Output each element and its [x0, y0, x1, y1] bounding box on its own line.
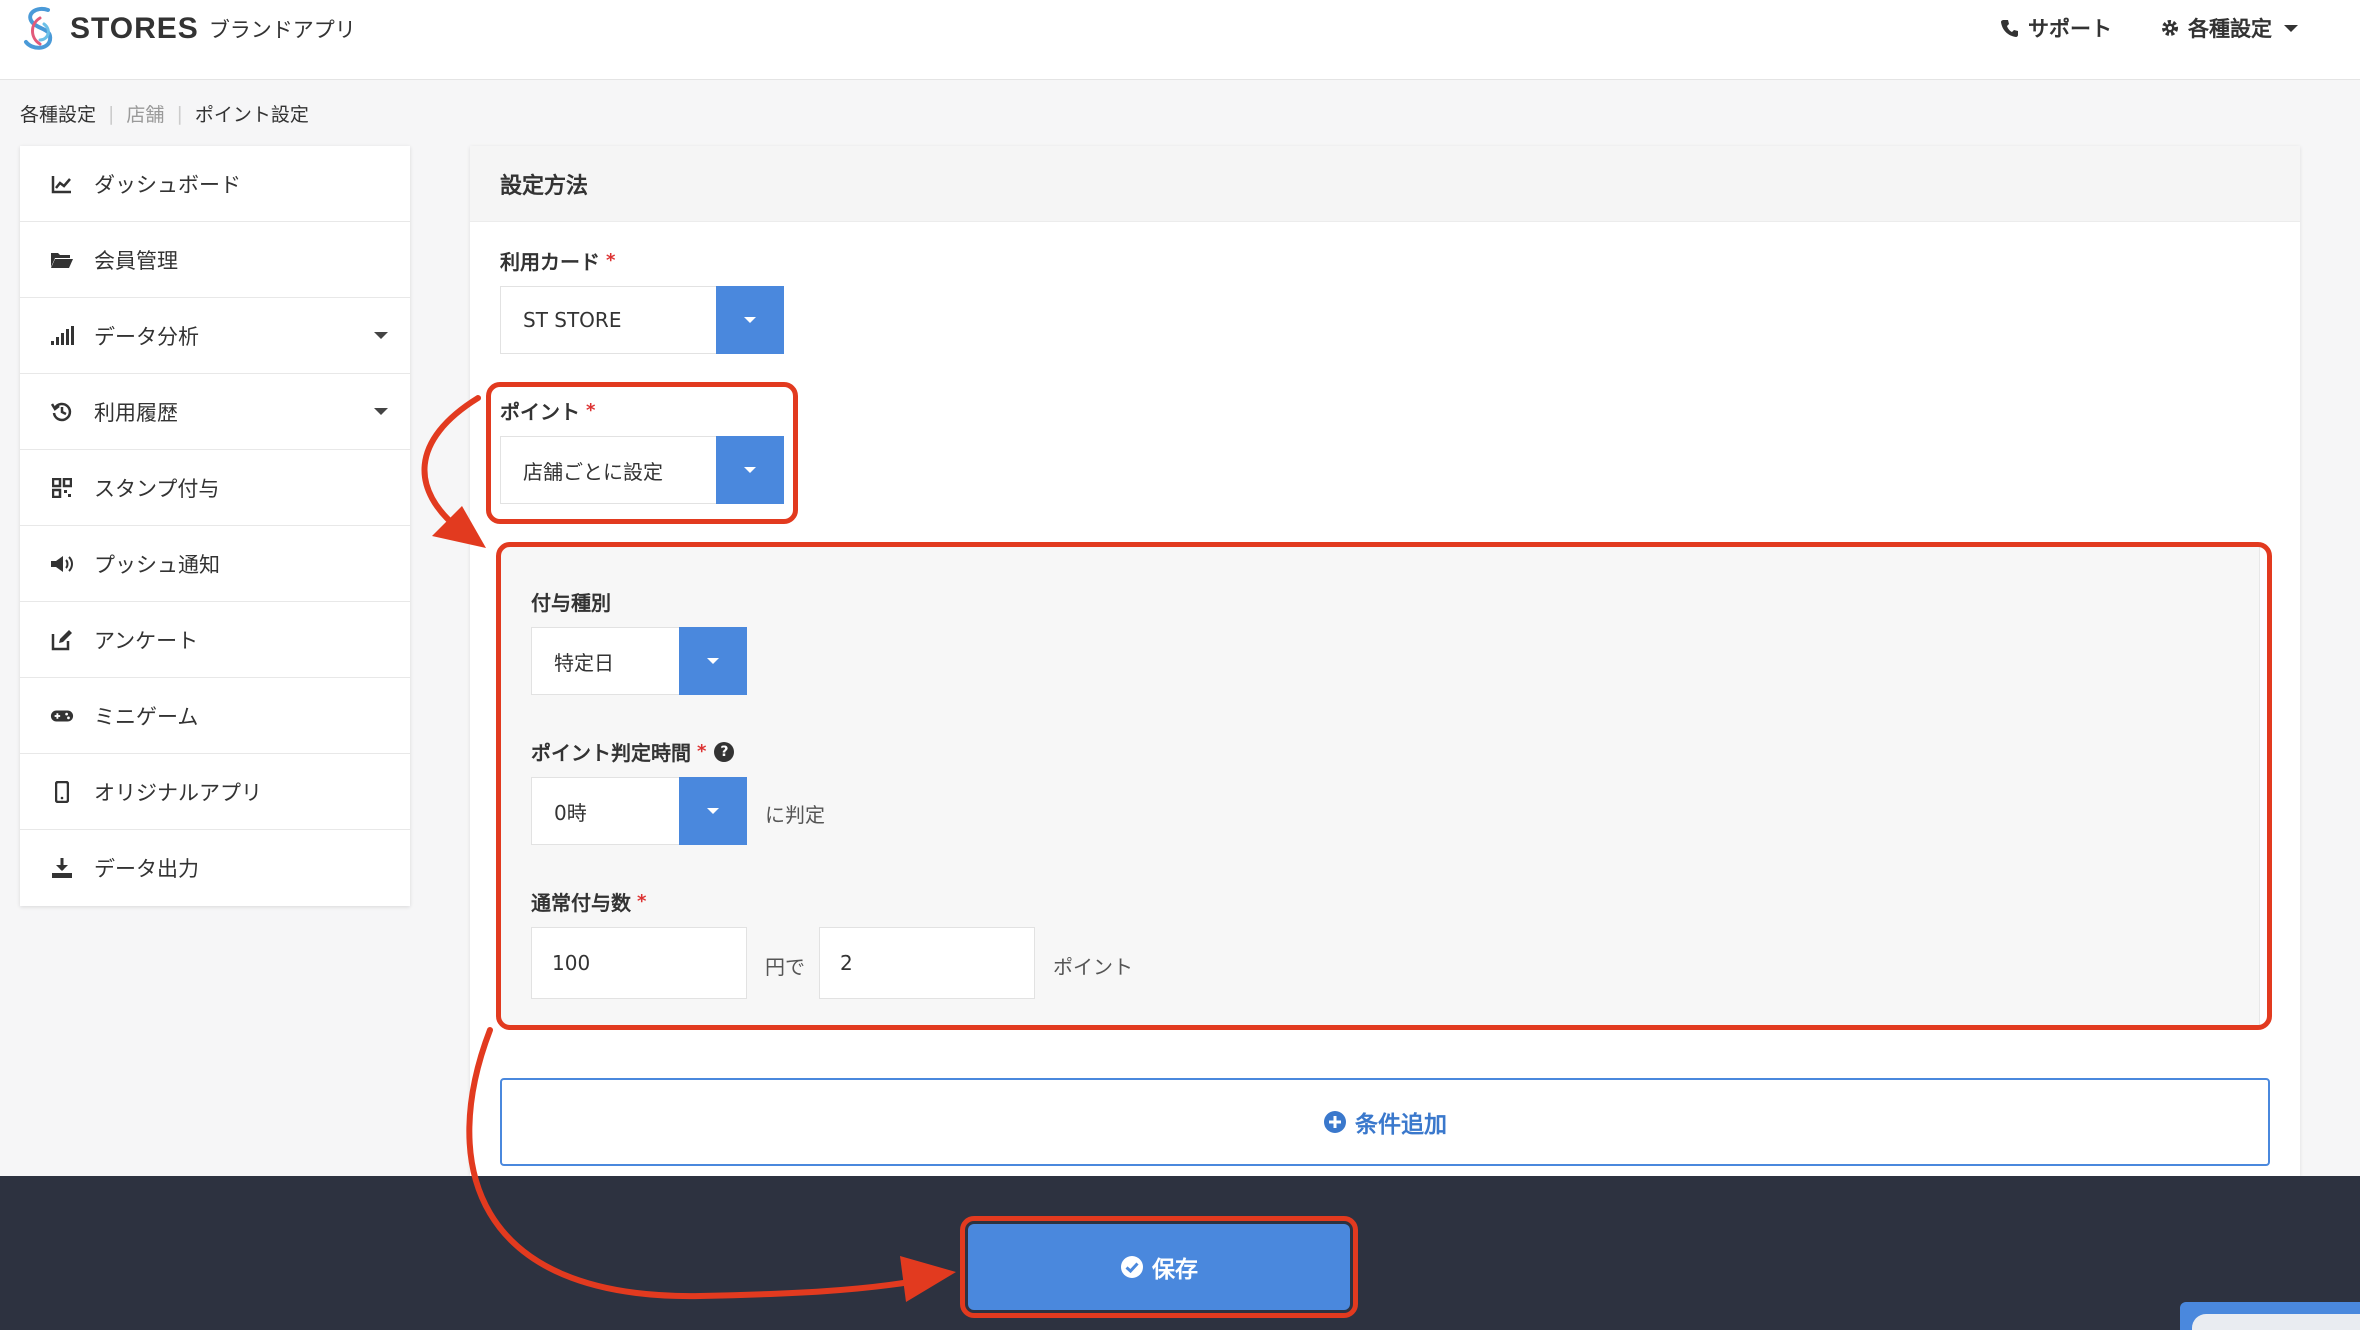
grant-type-label-text: 付与種別	[531, 591, 611, 615]
logo-text: STORES	[70, 12, 199, 45]
history-icon	[50, 400, 74, 424]
sidebar-item-label: アンケート	[94, 628, 199, 653]
sidebar-item-data-analysis[interactable]: データ分析	[20, 298, 410, 374]
panel-title: 設定方法	[470, 146, 2300, 222]
corner-widget[interactable]	[2180, 1302, 2360, 1330]
sidebar-item-usage-history[interactable]: 利用履歴	[20, 374, 410, 450]
sidebar-item-original-app[interactable]: オリジナルアプリ	[20, 754, 410, 830]
sidebar-item-members[interactable]: 会員管理	[20, 222, 410, 298]
grant-type-toggle[interactable]	[679, 627, 747, 695]
breadcrumb-item-settings[interactable]: 各種設定	[20, 100, 96, 127]
chart-line-icon	[50, 172, 74, 196]
support-label: サポート	[2028, 17, 2112, 41]
normal-grant-label-text: 通常付与数	[531, 891, 631, 915]
breadcrumb: 各種設定 | 店舗 | ポイント設定	[20, 100, 309, 127]
point-label-text: ポイント	[500, 400, 580, 424]
point-method-value: 店舗ごとに設定	[523, 459, 663, 484]
normal-grant-label: 通常付与数 *	[531, 887, 646, 916]
sidebar-item-dashboard[interactable]: ダッシュボード	[20, 146, 410, 222]
breadcrumb-separator: |	[176, 102, 183, 125]
caret-down-icon	[707, 658, 719, 664]
point-field-label: ポイント *	[500, 396, 595, 425]
yen-amount-input[interactable]: 100	[531, 927, 747, 999]
card-select-toggle[interactable]	[716, 286, 784, 354]
edit-icon	[50, 628, 74, 652]
card-field-label: 利用カード *	[500, 246, 615, 275]
judge-time-select[interactable]: 0時	[531, 777, 747, 845]
brand-logo[interactable]: STORES ブランドアプリ	[18, 2, 356, 56]
breadcrumb-separator: |	[108, 102, 115, 125]
card-select-value: ST STORE	[523, 308, 622, 332]
sidebar-item-label: データ出力	[94, 857, 199, 881]
add-condition-button[interactable]: 条件追加	[500, 1078, 2270, 1166]
judge-time-toggle[interactable]	[679, 777, 747, 845]
grant-type-select[interactable]: 特定日	[531, 627, 747, 695]
help-icon[interactable]: ?	[714, 741, 735, 762]
folder-open-icon	[50, 248, 74, 272]
signal-bars-icon	[50, 324, 74, 348]
sidebar: ダッシュボード 会員管理 データ分析 利用履歴 スタンプ付与 プッシュ通知 アン…	[20, 146, 410, 906]
caret-down-icon	[744, 317, 756, 323]
caret-down-icon	[744, 467, 756, 473]
sidebar-item-minigame[interactable]: ミニゲーム	[20, 678, 410, 754]
check-circle-icon	[1121, 1256, 1143, 1278]
sidebar-item-data-export[interactable]: データ出力	[20, 830, 410, 906]
card-select[interactable]: ST STORE	[500, 286, 784, 354]
breadcrumb-item-point-settings: ポイント設定	[194, 104, 309, 126]
support-link[interactable]: サポート	[2000, 13, 2112, 43]
point-suffix: ポイント	[1053, 955, 1133, 979]
sidebar-item-label: ミニゲーム	[94, 704, 199, 729]
save-label: 保存	[1152, 1257, 1198, 1283]
settings-label: 各種設定	[2188, 17, 2272, 41]
stores-logo-icon	[24, 7, 53, 50]
required-mark: *	[586, 400, 596, 421]
sidebar-item-label: プッシュ通知	[94, 552, 220, 577]
megaphone-icon	[50, 552, 74, 576]
add-condition-label: 条件追加	[1355, 1112, 1447, 1138]
sidebar-item-label: スタンプ付与	[94, 476, 220, 501]
sidebar-item-label: 会員管理	[94, 248, 178, 273]
required-mark: *	[637, 891, 647, 912]
top-header: STORES ブランドアプリ サポート 各種設定	[0, 0, 2360, 80]
plus-circle-icon	[1324, 1111, 1346, 1133]
sidebar-item-stamp[interactable]: スタンプ付与	[20, 450, 410, 526]
judge-suffix: に判定	[765, 803, 825, 827]
point-amount-input[interactable]: 2	[819, 927, 1035, 999]
required-mark: *	[606, 250, 616, 271]
sidebar-item-label: ダッシュボード	[94, 172, 241, 197]
card-label-text: 利用カード	[500, 250, 600, 274]
grant-type-value: 特定日	[554, 650, 614, 675]
sidebar-item-label: 利用履歴	[94, 400, 178, 425]
chevron-down-icon	[2284, 24, 2298, 32]
save-button[interactable]: 保存	[968, 1224, 1350, 1310]
download-icon	[50, 856, 74, 880]
point-method-toggle[interactable]	[716, 436, 784, 504]
judge-time-label-text: ポイント判定時間	[531, 741, 691, 765]
sidebar-item-label: データ分析	[94, 324, 199, 349]
corner-widget-inner	[2192, 1314, 2360, 1330]
settings-panel: 設定方法 利用カード * ST STORE ポイント * 店舗ごとに設定 付与種…	[470, 146, 2300, 1176]
judge-time-label: ポイント判定時間 * ?	[531, 737, 735, 766]
settings-menu[interactable]: 各種設定	[2160, 13, 2298, 43]
sidebar-item-push[interactable]: プッシュ通知	[20, 526, 410, 602]
caret-down-icon	[707, 808, 719, 814]
point-method-select[interactable]: 店舗ごとに設定	[500, 436, 784, 504]
grant-type-label: 付与種別	[531, 587, 611, 616]
qr-code-icon	[50, 476, 74, 500]
phone-icon	[2001, 20, 2018, 37]
judge-time-value: 0時	[554, 800, 587, 825]
yen-suffix: 円で	[765, 955, 805, 979]
caret-down-icon	[374, 408, 388, 415]
store-condition-panel: 付与種別 特定日 ポイント判定時間 * ? 0時 に判定 通常付与数 * 100…	[500, 546, 2260, 1026]
gamepad-icon	[50, 704, 74, 728]
breadcrumb-item-store[interactable]: 店舗	[126, 100, 164, 127]
sidebar-item-survey[interactable]: アンケート	[20, 602, 410, 678]
logo-subtitle: ブランドアプリ	[208, 18, 356, 42]
caret-down-icon	[374, 332, 388, 339]
mobile-icon	[50, 780, 74, 804]
required-mark: *	[697, 741, 707, 762]
gear-icon	[2162, 20, 2178, 36]
sidebar-item-label: オリジナルアプリ	[94, 780, 262, 805]
